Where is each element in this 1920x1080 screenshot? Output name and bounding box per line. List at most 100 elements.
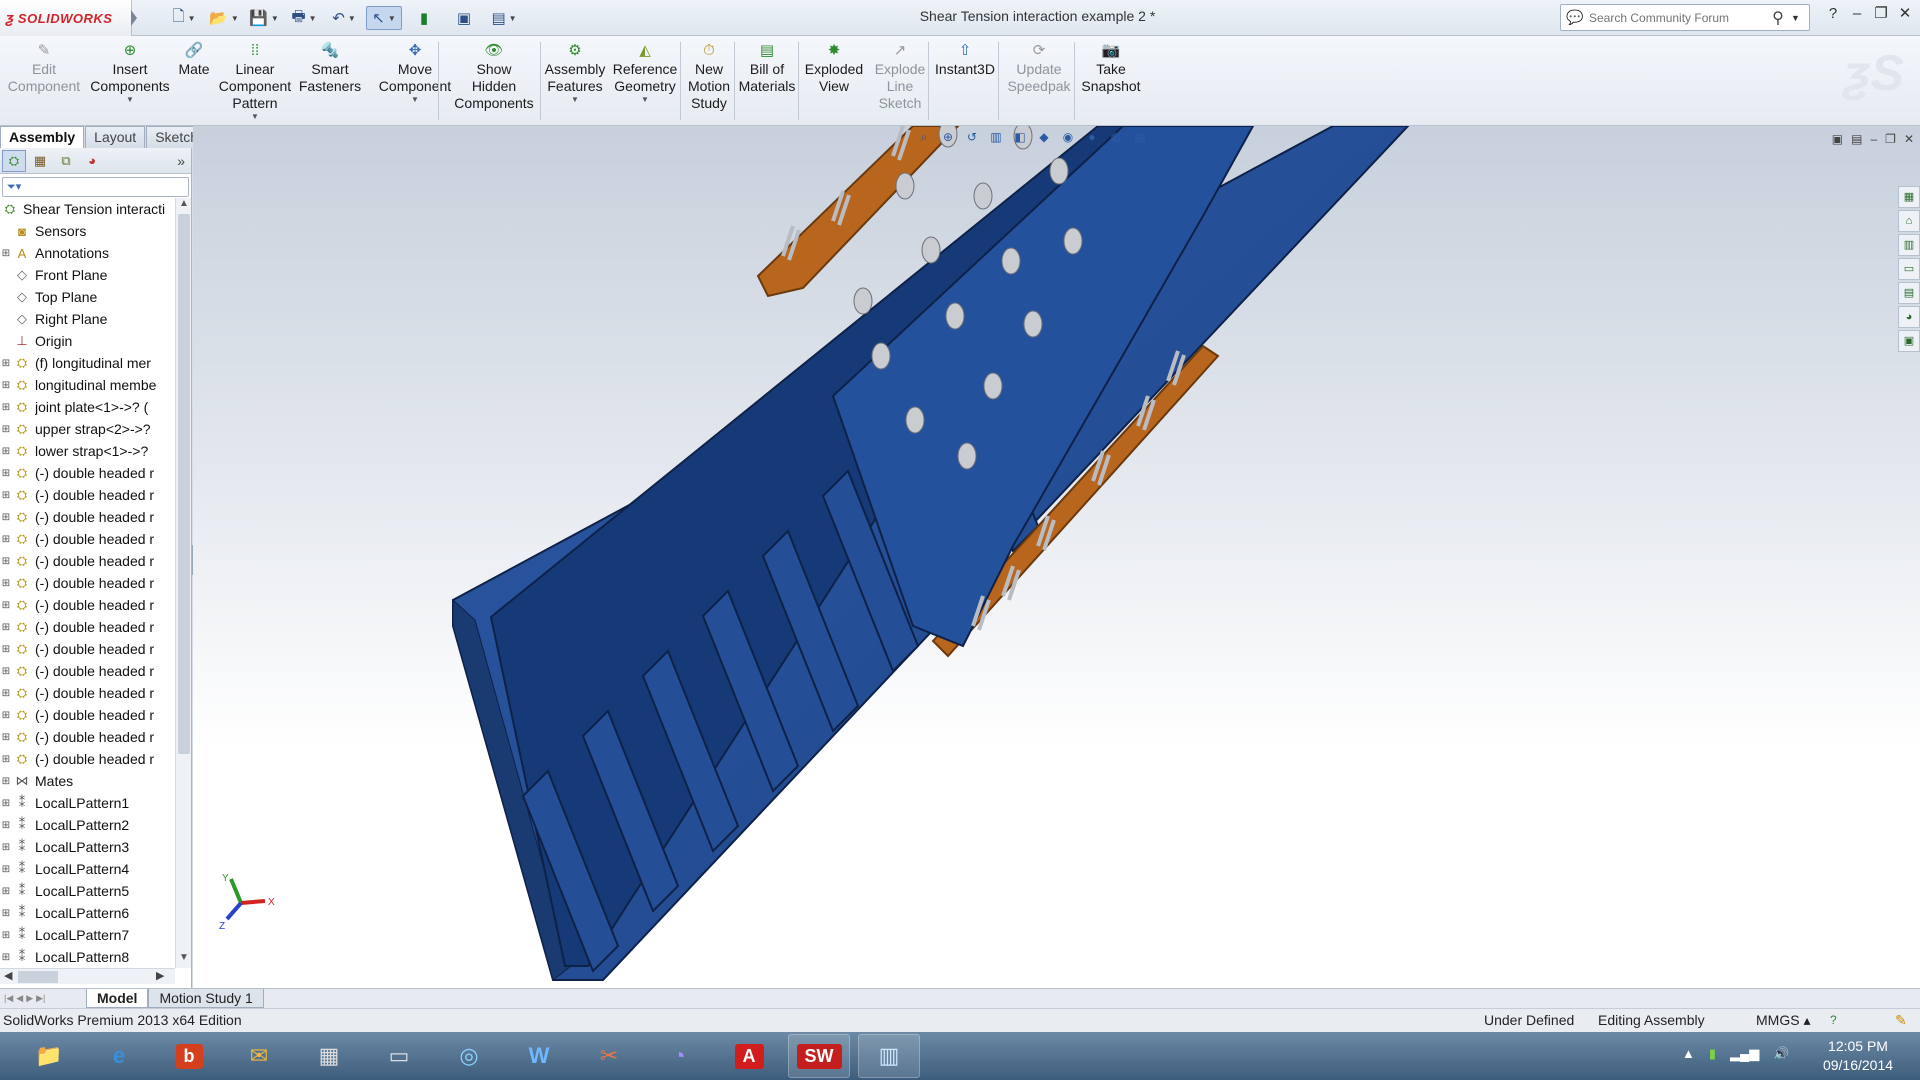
tree-item[interactable]: ⊞ ⁑ LocalLPattern4 — [0, 858, 175, 880]
zoom-to-fit-icon[interactable]: ⌕ — [915, 130, 933, 145]
internet-explorer-icon[interactable]: e — [88, 1034, 150, 1078]
tab-layout[interactable]: Layout — [85, 126, 146, 148]
bottom-tab-motion-study-1[interactable]: Motion Study 1 — [148, 989, 264, 1008]
tree-item[interactable]: ⊞ ⛭ (-) double headed r — [0, 726, 175, 748]
prev-tab-icon[interactable]: ◀ — [16, 993, 23, 1004]
expand-icon[interactable]: ⊞ — [0, 842, 12, 853]
calculator-icon[interactable]: ▦ — [298, 1034, 360, 1078]
view-settings-icon[interactable]: ▤ — [1131, 130, 1149, 145]
expand-icon[interactable]: ⊞ — [0, 534, 12, 545]
expand-icon[interactable]: ⊞ — [0, 732, 12, 743]
tree-vertical-scrollbar[interactable]: ▲ ▼ — [175, 198, 191, 968]
cmd-explode-line-sketch-button[interactable]: ↗ Explode Line Sketch — [868, 40, 932, 112]
expand-icon[interactable]: ⊞ — [0, 864, 12, 875]
tree-item[interactable]: ◙ Sensors — [0, 220, 175, 242]
nvidia-icon[interactable]: ▮ — [1709, 1046, 1716, 1062]
viewport-close-icon[interactable]: ✕ — [1904, 132, 1914, 146]
clock[interactable]: 12:05 PM 09/16/2014 — [1808, 1037, 1908, 1075]
tree-item[interactable]: ⊞ ⛭ (-) double headed r — [0, 682, 175, 704]
tree-item[interactable]: ⊞ ⛭ (-) double headed r — [0, 638, 175, 660]
tree-item[interactable]: ⊞ ⛭ (-) double headed r — [0, 616, 175, 638]
cmd-edit-component-button[interactable]: ✎ Edit Component — [4, 40, 84, 95]
volume-icon[interactable]: 🔊 — [1773, 1046, 1789, 1062]
custom-properties-icon[interactable]: ▣ — [1898, 330, 1920, 352]
expand-icon[interactable]: ⊞ — [0, 358, 12, 369]
zoom-area-icon[interactable]: ⊕ — [939, 130, 957, 145]
property-manager-icon[interactable]: ▦ — [28, 150, 52, 172]
paint-icon[interactable]: ✂ — [578, 1034, 640, 1078]
dropdown-arrow-icon[interactable]: ▼ — [126, 95, 134, 105]
edit-appearance-icon[interactable]: ● — [1083, 130, 1101, 145]
scroll-up-icon[interactable]: ▲ — [176, 198, 192, 214]
cmd-insert-components-button[interactable]: ⊕ Insert Components ▼ — [88, 40, 172, 105]
search-icon[interactable]: ⚲ — [1765, 8, 1791, 28]
expand-icon[interactable]: ⊞ — [0, 424, 12, 435]
tree-item[interactable]: ⊞ ⛭ (-) double headed r — [0, 462, 175, 484]
tree-item[interactable]: ⊥ Origin — [0, 330, 175, 352]
tree-root-assembly[interactable]: ⛭ Shear Tension interacti — [0, 198, 175, 220]
expand-icon[interactable]: ⊞ — [0, 644, 12, 655]
tree-item[interactable]: ⊞ ⁑ LocalLPattern5 — [0, 880, 175, 902]
file-explorer-icon[interactable]: ▭ — [1898, 258, 1920, 280]
expand-icon[interactable]: ⊞ — [0, 820, 12, 831]
bing-icon[interactable]: b — [158, 1034, 220, 1078]
tree-item[interactable]: ⊞ ⛭ upper strap<2>->? — [0, 418, 175, 440]
cmd-billof-materials-button[interactable]: ▤ Bill of Materials — [738, 40, 796, 95]
expand-icon[interactable]: ⊞ — [0, 622, 12, 633]
tree-item[interactable]: ⊞ ⛭ (-) double headed r — [0, 748, 175, 770]
expand-icon[interactable]: ⊞ — [0, 754, 12, 765]
dropdown-arrow-icon[interactable]: ▼ — [641, 95, 649, 105]
avira-icon[interactable]: A — [718, 1034, 780, 1078]
expand-icon[interactable]: ⊞ — [0, 798, 12, 809]
expand-icon[interactable]: ⊞ — [0, 512, 12, 523]
apply-scene-icon[interactable]: ◍ — [1107, 130, 1125, 145]
view-palette-icon[interactable]: ▤ — [1898, 282, 1920, 304]
close-icon[interactable]: ✕ — [1896, 4, 1914, 22]
network-icon[interactable]: ▭ — [368, 1034, 430, 1078]
cmd-mate-button[interactable]: 🔗 Mate — [176, 40, 212, 78]
viewport-minimize-icon[interactable]: – — [1870, 132, 1877, 146]
dropdown-arrow-icon[interactable]: ▼ — [411, 95, 419, 105]
dropdown-arrow-icon[interactable]: ▼ — [571, 95, 579, 105]
outlook-icon[interactable]: ✉ — [228, 1034, 290, 1078]
display-manager-icon[interactable]: ◕ — [80, 150, 104, 172]
tree-item[interactable]: ⊞ ⛭ longitudinal membe — [0, 374, 175, 396]
tree-item[interactable]: ⊞ ⁑ LocalLPattern3 — [0, 836, 175, 858]
feature-tree-icon[interactable]: ⛭ — [2, 149, 26, 172]
search-input[interactable] — [1589, 10, 1765, 25]
expand-icon[interactable]: ⊞ — [0, 908, 12, 919]
expand-icon[interactable]: ⊞ — [0, 688, 12, 699]
tree-item[interactable]: ⊞ ⁑ LocalLPattern1 — [0, 792, 175, 814]
rebuild-status-icon[interactable]: ✎ — [1895, 1009, 1907, 1031]
windows-explorer-icon[interactable]: ▥ — [858, 1034, 920, 1078]
tray-expand-icon[interactable]: ▲ — [1682, 1046, 1695, 1062]
appearances-icon[interactable]: ◕ — [1898, 306, 1920, 328]
expand-icon[interactable]: ⊞ — [0, 468, 12, 479]
tree-item[interactable]: ⊞ A Annotations — [0, 242, 175, 264]
tree-item[interactable]: ◇ Front Plane — [0, 264, 175, 286]
first-tab-icon[interactable]: |◀ — [4, 993, 13, 1004]
tree-item[interactable]: ◇ Right Plane — [0, 308, 175, 330]
cmd-new-motion-study-button[interactable]: ⏱ New Motion Study — [684, 40, 734, 112]
cmd-move-component-button[interactable]: ✥ Move Component ▼ — [378, 40, 452, 105]
cmd-assembly-features-button[interactable]: ⚙ Assembly Features ▼ — [544, 40, 606, 105]
resources-icon[interactable]: ▦ — [1898, 186, 1920, 208]
search-box[interactable]: 💬 ⚲ ▼ — [1560, 4, 1810, 31]
expand-icon[interactable]: ⊞ — [0, 886, 12, 897]
restore-icon[interactable]: ❐ — [1872, 4, 1890, 22]
expand-icon[interactable]: ⊞ — [0, 666, 12, 677]
section-view-icon[interactable]: ▥ — [987, 130, 1005, 145]
cmd-show-hidden-components-button[interactable]: 👁 Show Hidden Components — [450, 40, 538, 112]
file-explorer-icon[interactable]: 📁 — [18, 1034, 80, 1078]
tree-item[interactable]: ⊞ ⛭ (-) double headed r — [0, 506, 175, 528]
bottom-tab-model[interactable]: Model — [86, 989, 149, 1008]
previous-view-icon[interactable]: ↺ — [963, 130, 981, 145]
cmd-smart-fasteners-button[interactable]: 🔩 Smart Fasteners — [296, 40, 364, 95]
configuration-manager-icon[interactable]: ⧉ — [54, 150, 78, 172]
split-horizontal-icon[interactable]: ▣ — [1832, 132, 1843, 146]
home-icon[interactable]: ⌂ — [1898, 210, 1920, 232]
expand-icon[interactable]: ⊞ — [0, 710, 12, 721]
expand-icon[interactable]: ⊞ — [0, 446, 12, 457]
cmd-update-speedpak-button[interactable]: ⟳ Update Speedpak — [1000, 40, 1078, 95]
media-icon[interactable]: ◔ — [648, 1034, 710, 1078]
